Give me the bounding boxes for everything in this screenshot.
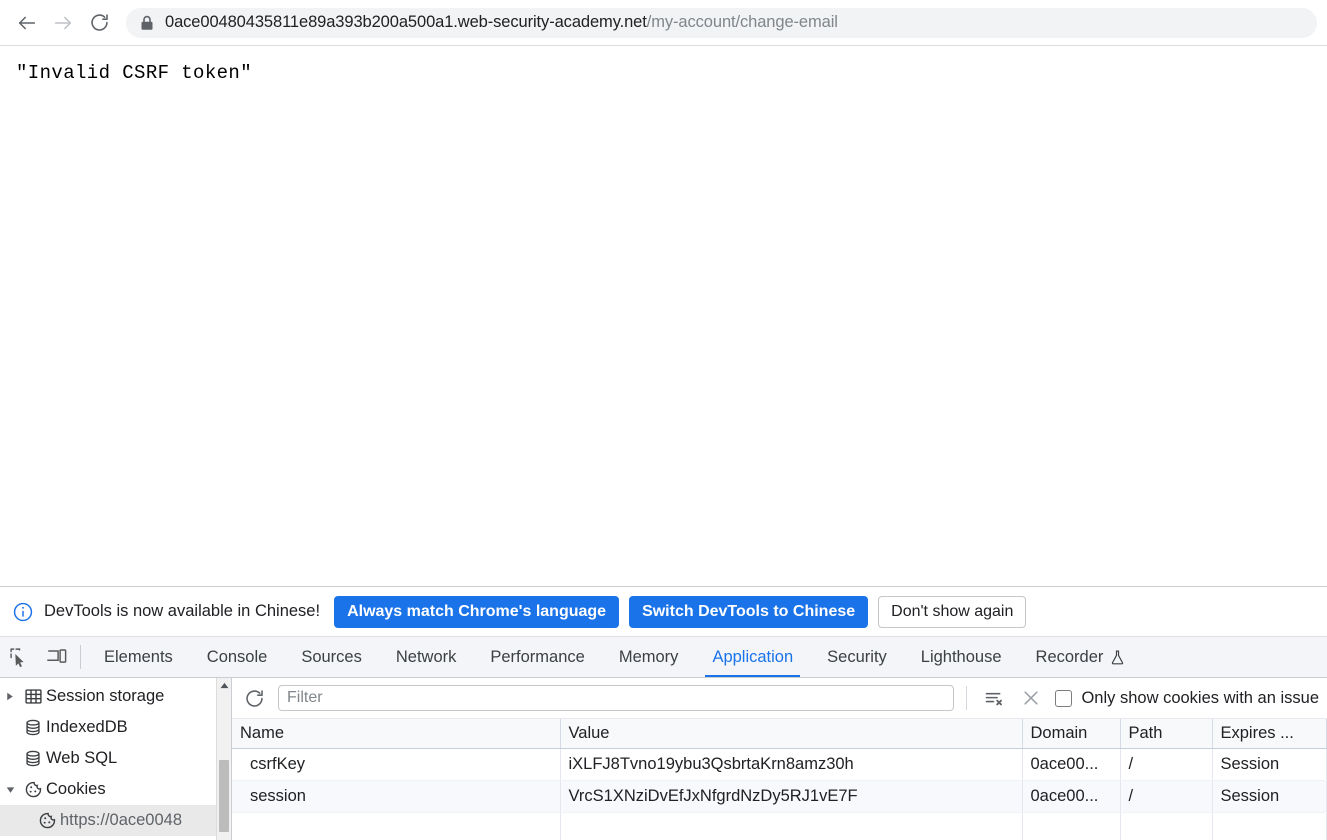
devtools-tab-lighthouse[interactable]: Lighthouse bbox=[904, 637, 1019, 677]
devtools-language-notice: DevTools is now available in Chinese! Al… bbox=[0, 587, 1327, 637]
cookie-domain-cell[interactable]: 0ace00... bbox=[1022, 748, 1120, 780]
page-viewport: "Invalid CSRF token" bbox=[0, 46, 1327, 586]
url-path: /my-account/change-email bbox=[647, 13, 838, 31]
devtools-panel: DevTools is now available in Chinese! Al… bbox=[0, 586, 1327, 840]
inspect-element-icon[interactable] bbox=[0, 637, 38, 677]
devtools-tab-label: Memory bbox=[619, 648, 679, 667]
toolbar-divider bbox=[80, 645, 81, 669]
chevron-right-icon[interactable] bbox=[0, 692, 20, 701]
flask-icon bbox=[1109, 649, 1126, 666]
table-row[interactable]: sessionVrcS1XNziDvEfJxNfgrdNzDy5RJ1vE7F0… bbox=[232, 780, 1327, 812]
cookies-table-container: NameValueDomainPathExpires ... csrfKeyiX… bbox=[232, 719, 1327, 840]
sidebar-item-session-storage[interactable]: Session storage bbox=[0, 681, 231, 712]
cookie-path-cell[interactable]: / bbox=[1120, 748, 1212, 780]
cookie-value-cell[interactable]: iXLFJ8Tvno19ybu3QsbrtaKrn8amz30h bbox=[560, 748, 1022, 780]
chevron-down-icon[interactable] bbox=[0, 786, 20, 794]
sidebar-item-label: Web SQL bbox=[46, 749, 117, 768]
table-empty-row bbox=[232, 812, 1327, 840]
devtools-tab-label: Application bbox=[712, 648, 793, 667]
devtools-main-area: Session storage IndexedDB Web SQL Cookies ht… bbox=[0, 678, 1327, 840]
only-show-issues-label: Only show cookies with an issue bbox=[1081, 689, 1319, 708]
sidebar-item-indexeddb[interactable]: IndexedDB bbox=[0, 712, 231, 743]
sidebar-item-label: https://0ace0048 bbox=[60, 811, 182, 830]
sidebar-scrollbar[interactable] bbox=[216, 678, 231, 840]
cookie-icon bbox=[34, 811, 60, 830]
cookie-name-cell[interactable]: csrfKey bbox=[232, 748, 560, 780]
cookie-value-cell[interactable]: VrcS1XNziDvEfJxNfgrdNzDy5RJ1vE7F bbox=[560, 780, 1022, 812]
devtools-tab-memory[interactable]: Memory bbox=[602, 637, 696, 677]
database-icon bbox=[20, 718, 46, 737]
cookies-toolbar: Only show cookies with an issue bbox=[232, 678, 1327, 719]
devtools-tab-label: Sources bbox=[301, 648, 362, 667]
application-sidebar: Session storage IndexedDB Web SQL Cookies ht… bbox=[0, 678, 232, 840]
cookie-expires-cell[interactable]: Session bbox=[1212, 748, 1327, 780]
lock-icon bbox=[140, 15, 154, 31]
address-bar[interactable]: 0ace00480435811e89a393b200a500a1.web-sec… bbox=[126, 8, 1317, 38]
info-icon bbox=[12, 601, 34, 623]
sidebar-item-label: Cookies bbox=[46, 780, 106, 799]
url-host: 0ace00480435811e89a393b200a500a1.web-sec… bbox=[165, 13, 647, 31]
column-header-path[interactable]: Path bbox=[1120, 719, 1212, 748]
table-row[interactable]: csrfKeyiXLFJ8Tvno19ybu3QsbrtaKrn8amz30h0… bbox=[232, 748, 1327, 780]
devtools-tab-network[interactable]: Network bbox=[379, 637, 474, 677]
only-show-issues-checkbox[interactable] bbox=[1055, 690, 1072, 707]
cookies-table: NameValueDomainPathExpires ... csrfKeyiX… bbox=[232, 719, 1327, 840]
clear-all-cookies-icon[interactable] bbox=[1017, 684, 1045, 712]
reload-icon[interactable] bbox=[82, 6, 116, 40]
devtools-tab-label: Elements bbox=[104, 648, 173, 667]
database-icon bbox=[20, 749, 46, 768]
cookie-filter-input[interactable] bbox=[278, 685, 954, 711]
devtools-tab-label: Recorder bbox=[1036, 648, 1104, 667]
sidebar-item-label: Session storage bbox=[46, 687, 164, 706]
devtools-tab-strip: Elements Console Sources Network Performance… bbox=[0, 637, 1327, 678]
only-show-issues-checkbox-row[interactable]: Only show cookies with an issue bbox=[1055, 689, 1319, 708]
devtools-tab-performance[interactable]: Performance bbox=[473, 637, 601, 677]
always-match-language-button[interactable]: Always match Chrome's language bbox=[334, 596, 619, 628]
cookie-domain-cell[interactable]: 0ace00... bbox=[1022, 780, 1120, 812]
devtools-tab-sources[interactable]: Sources bbox=[284, 637, 379, 677]
devtools-tab-elements[interactable]: Elements bbox=[87, 637, 190, 677]
page-body-text: "Invalid CSRF token" bbox=[16, 62, 1311, 84]
forward-arrow-icon[interactable] bbox=[46, 6, 80, 40]
column-header-value[interactable]: Value bbox=[560, 719, 1022, 748]
sidebar-item-https-0ace0048[interactable]: https://0ace0048 bbox=[0, 805, 231, 836]
toolbar-divider-2 bbox=[966, 686, 967, 710]
notice-message: DevTools is now available in Chinese! bbox=[44, 602, 320, 621]
cookie-path-cell[interactable]: / bbox=[1120, 780, 1212, 812]
cookie-icon bbox=[20, 780, 46, 799]
devtools-tab-console[interactable]: Console bbox=[190, 637, 285, 677]
cookie-name-cell[interactable]: session bbox=[232, 780, 560, 812]
device-toolbar-icon[interactable] bbox=[38, 637, 76, 677]
column-header-expires[interactable]: Expires ... bbox=[1212, 719, 1327, 748]
cookies-table-body: csrfKeyiXLFJ8Tvno19ybu3QsbrtaKrn8amz30h0… bbox=[232, 748, 1327, 840]
cookies-panel: Only show cookies with an issue NameValu… bbox=[232, 678, 1327, 840]
back-arrow-icon[interactable] bbox=[10, 6, 44, 40]
sidebar-item-web-sql[interactable]: Web SQL bbox=[0, 743, 231, 774]
table-icon bbox=[20, 687, 46, 706]
sidebar-item-label: IndexedDB bbox=[46, 718, 128, 737]
devtools-tab-label: Lighthouse bbox=[921, 648, 1002, 667]
devtools-tab-recorder[interactable]: Recorder bbox=[1019, 637, 1144, 677]
clear-filtered-cookies-icon[interactable] bbox=[979, 684, 1007, 712]
devtools-tab-application[interactable]: Application bbox=[695, 637, 810, 677]
devtools-tab-label: Console bbox=[207, 648, 268, 667]
scroll-up-arrow-icon[interactable] bbox=[217, 678, 231, 693]
dont-show-again-button[interactable]: Don't show again bbox=[878, 596, 1026, 628]
sidebar-item-cookies[interactable]: Cookies bbox=[0, 774, 231, 805]
column-header-name[interactable]: Name bbox=[232, 719, 560, 748]
devtools-tabs-list: Elements Console Sources Network Performance… bbox=[87, 637, 1143, 677]
devtools-tab-security[interactable]: Security bbox=[810, 637, 904, 677]
scrollbar-thumb[interactable] bbox=[219, 760, 229, 832]
devtools-tab-label: Security bbox=[827, 648, 887, 667]
storage-tree: Session storage IndexedDB Web SQL Cookies ht… bbox=[0, 681, 231, 836]
column-header-domain[interactable]: Domain bbox=[1022, 719, 1120, 748]
cookie-expires-cell[interactable]: Session bbox=[1212, 780, 1327, 812]
url-text: 0ace00480435811e89a393b200a500a1.web-sec… bbox=[165, 13, 838, 32]
browser-toolbar: 0ace00480435811e89a393b200a500a1.web-sec… bbox=[0, 0, 1327, 46]
cookies-table-header-row: NameValueDomainPathExpires ... bbox=[232, 719, 1327, 748]
devtools-tab-label: Performance bbox=[490, 648, 584, 667]
devtools-tab-label: Network bbox=[396, 648, 457, 667]
refresh-icon[interactable] bbox=[240, 684, 268, 712]
switch-devtools-language-button[interactable]: Switch DevTools to Chinese bbox=[629, 596, 868, 628]
